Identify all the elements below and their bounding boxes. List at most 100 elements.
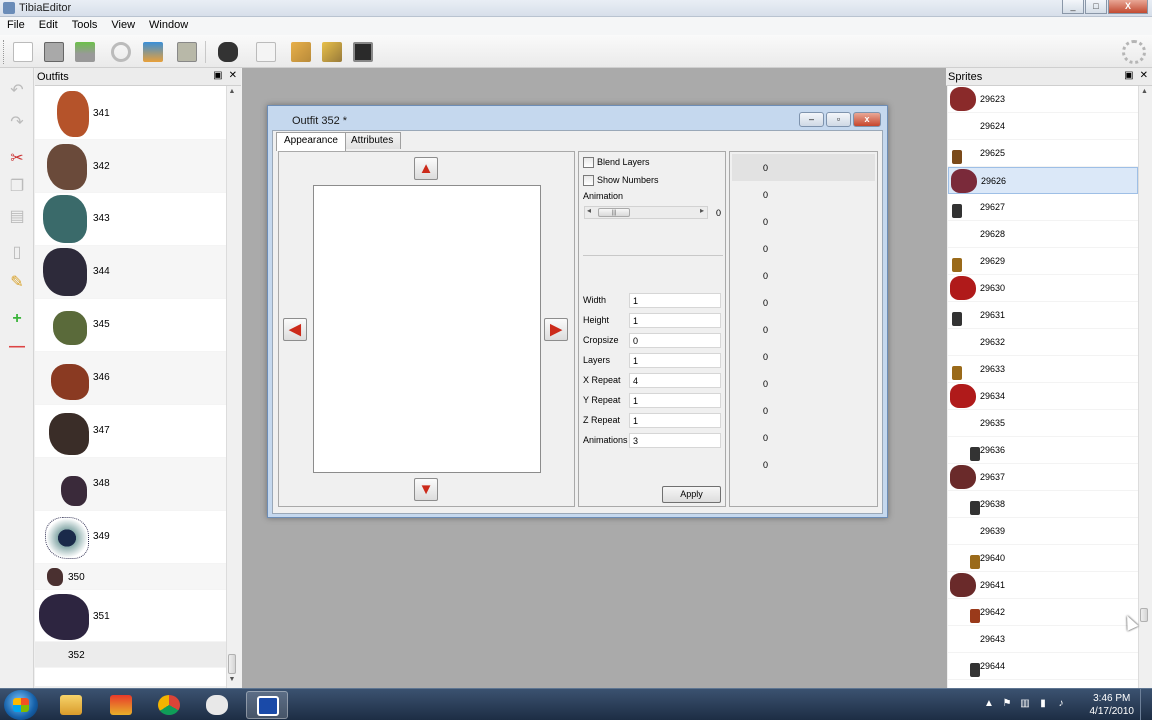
scroll-thumb[interactable] [1140, 608, 1148, 622]
undo-icon[interactable]: ↶ [6, 80, 28, 102]
open-icon[interactable] [41, 39, 67, 65]
close-icon[interactable]: ✕ [229, 70, 237, 81]
arrow-down-button[interactable]: ▼ [414, 478, 438, 501]
frame-row[interactable]: 0 [732, 181, 875, 208]
tray-expand-icon[interactable]: ▲ [984, 699, 994, 709]
x-repeat-field[interactable]: 4 [629, 373, 721, 388]
list-item[interactable]: 347 [35, 405, 226, 458]
animation-slider[interactable]: ◂ ||| ▸ [584, 206, 708, 219]
find-icon[interactable] [215, 39, 241, 65]
sprite-row[interactable]: 29630 [948, 275, 1138, 302]
slider-right-icon[interactable]: ▸ [700, 206, 704, 215]
copy-icon[interactable]: ❐ [6, 176, 28, 198]
sprite-row[interactable]: 29624 [948, 113, 1138, 140]
list-item[interactable]: 342 [35, 140, 226, 193]
frame-row[interactable]: 0 [732, 208, 875, 235]
frame-row[interactable]: 0 [732, 316, 875, 343]
sprites-list[interactable]: 29623 29624 29625 29626 29627 29628 29629 29630… [948, 86, 1138, 688]
frame-row[interactable]: 0 [732, 424, 875, 451]
flag-icon[interactable]: ⚑ [1002, 699, 1012, 709]
menu-view[interactable]: View [104, 17, 142, 35]
sprite-row[interactable]: 29635 [948, 410, 1138, 437]
close-icon[interactable]: ✕ [1140, 70, 1148, 81]
tools2-icon[interactable] [319, 39, 345, 65]
volume-icon[interactable]: ♪ [1056, 699, 1066, 709]
list-item[interactable]: 345 [35, 299, 226, 352]
list-item-selected[interactable]: 352 [35, 642, 226, 668]
float-icon[interactable]: ▣ [213, 70, 222, 81]
slider-left-icon[interactable]: ◂ [587, 206, 591, 215]
blend-layers-checkbox[interactable] [583, 157, 594, 168]
sprite-row[interactable]: 29631 [948, 302, 1138, 329]
width-field[interactable]: 1 [629, 293, 721, 308]
remove-icon[interactable]: — [6, 336, 28, 358]
maximize-button[interactable]: □ [1085, 0, 1107, 14]
sprite-row[interactable]: 29629 [948, 248, 1138, 275]
game-icon[interactable] [100, 691, 142, 719]
show-desktop-button[interactable] [1140, 689, 1152, 720]
gear-icon[interactable] [1122, 40, 1146, 64]
menu-file[interactable]: File [0, 17, 32, 35]
arrow-right-button[interactable]: ▶ [544, 318, 568, 341]
outfits-list[interactable]: 341 342 343 344 345 346 347 348 349 350 … [35, 86, 226, 686]
layers-field[interactable]: 1 [629, 353, 721, 368]
frame-row[interactable]: 0 [732, 235, 875, 262]
cropsize-field[interactable]: 0 [629, 333, 721, 348]
frame-row[interactable]: 0 [732, 262, 875, 289]
explorer-icon[interactable] [50, 691, 92, 719]
save-icon[interactable] [72, 39, 98, 65]
dialog-minimize-button[interactable]: – [799, 112, 824, 127]
arrow-up-button[interactable]: ▲ [414, 157, 438, 180]
sprite-row[interactable]: 29634 [948, 383, 1138, 410]
arrow-left-button[interactable]: ◀ [283, 318, 307, 341]
start-button[interactable] [4, 690, 38, 720]
cut-icon[interactable]: ✂ [6, 148, 28, 170]
outfits-scrollbar[interactable]: ▲ ▼ [226, 86, 237, 688]
list-item[interactable]: 346 [35, 352, 226, 405]
frame-row[interactable]: 0 [732, 289, 875, 316]
sprites-scrollbar[interactable]: ▲ [1138, 86, 1150, 688]
slider-thumb[interactable]: ||| [598, 208, 630, 217]
list-item[interactable]: 351 [35, 590, 226, 642]
tab-attributes[interactable]: Attributes [343, 132, 402, 149]
sprite-row[interactable]: 29628 [948, 221, 1138, 248]
list-item[interactable]: 348 [35, 458, 226, 511]
minimize-button[interactable]: _ [1062, 0, 1084, 14]
add-icon[interactable]: + [6, 308, 28, 330]
z-repeat-field[interactable]: 1 [629, 413, 721, 428]
sprite-row[interactable]: 29643 [948, 626, 1138, 653]
frame-row[interactable]: 0 [732, 370, 875, 397]
sprite-row[interactable]: 29625 [948, 140, 1138, 167]
sprite-row[interactable]: 29638 [948, 491, 1138, 518]
clock[interactable]: 3:46 PM 4/17/2010 [1090, 692, 1135, 718]
monitor-icon[interactable] [350, 39, 376, 65]
import-icon[interactable] [140, 39, 166, 65]
paste-icon[interactable]: ▤ [6, 206, 28, 228]
sprite-row[interactable]: 29641 [948, 572, 1138, 599]
animations-field[interactable]: 3 [629, 433, 721, 448]
frame-row[interactable]: 0 [732, 451, 875, 478]
menu-tools[interactable]: Tools [65, 17, 105, 35]
spritesheet-icon[interactable] [174, 39, 200, 65]
menu-edit[interactable]: Edit [32, 17, 65, 35]
tools-icon[interactable] [288, 39, 314, 65]
list-item[interactable]: 341 [35, 86, 226, 140]
sprite-row-selected[interactable]: 29626 [948, 167, 1138, 194]
toolbar-grip[interactable] [3, 40, 6, 64]
redo-icon[interactable]: ↷ [6, 112, 28, 134]
sprite-canvas[interactable] [313, 185, 541, 473]
new-icon[interactable] [10, 39, 36, 65]
network-icon[interactable]: ▥ [1020, 699, 1030, 709]
scroll-up-icon[interactable]: ▲ [1139, 88, 1150, 100]
sprite-row[interactable]: 29642 [948, 599, 1138, 626]
frame-row[interactable]: 0 [732, 397, 875, 424]
chrome-icon[interactable] [148, 691, 190, 719]
sprite-row[interactable]: 29640 [948, 545, 1138, 572]
frame-row[interactable]: 0 [732, 343, 875, 370]
frames-list[interactable]: 0 0 0 0 0 0 0 0 0 0 0 0 [732, 154, 875, 504]
tibia-editor-icon[interactable] [246, 691, 288, 719]
menu-window[interactable]: Window [142, 17, 195, 35]
sprite-row[interactable]: 29632 [948, 329, 1138, 356]
sprite-row[interactable]: 29636 [948, 437, 1138, 464]
scroll-thumb[interactable] [228, 654, 236, 674]
